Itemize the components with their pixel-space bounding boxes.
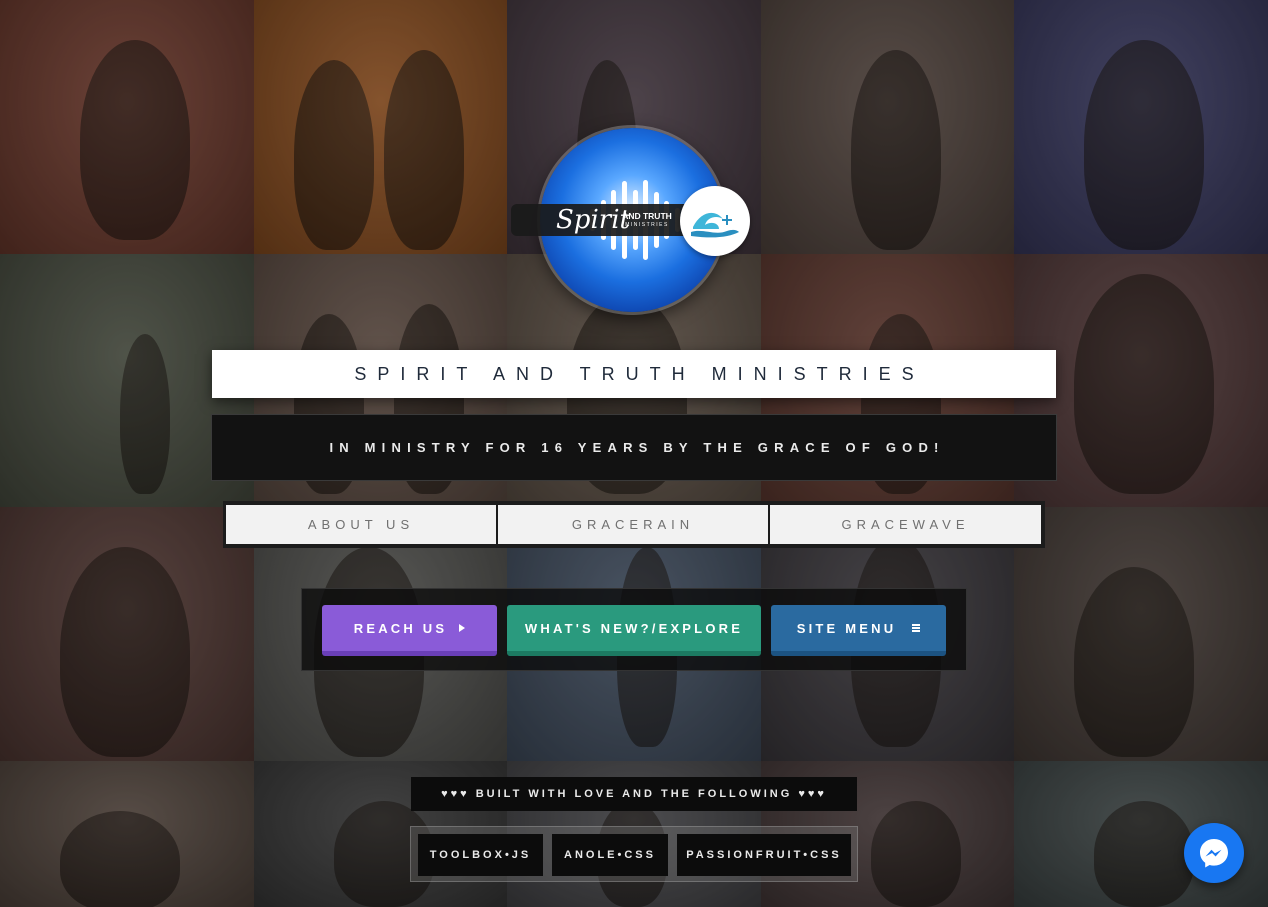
site-title-bar: SPIRIT AND TRUTH MINISTRIES: [212, 350, 1056, 398]
passionfruit-css-link[interactable]: PASSIONFRUIT•CSS: [677, 834, 851, 876]
whats-new-label: WHAT'S NEW?/EXPLORE: [524, 620, 744, 636]
reach-us-button[interactable]: REACH US: [322, 605, 497, 656]
logo-ministries: MINISTRIES: [625, 222, 669, 228]
whats-new-button[interactable]: WHAT'S NEW?/EXPLORE: [507, 605, 761, 656]
wave-icon: [691, 212, 739, 238]
logo-small-text: AND TRUTH MINISTRIES: [616, 212, 678, 230]
anole-css-link[interactable]: ANOLE•CSS: [552, 834, 668, 876]
triangle-right-icon: [459, 624, 466, 632]
section-tabs: ABOUT US GRACERAIN GRACEWAVE: [223, 501, 1045, 548]
logo-and-truth: AND TRUTH: [622, 211, 672, 221]
toolbox-js-link[interactable]: TOOLBOX•JS: [418, 834, 543, 876]
wave-badge-icon: [680, 186, 750, 256]
tagline-bar: IN MINISTRY FOR 16 YEARS BY THE GRACE OF…: [211, 414, 1057, 481]
tab-about-us[interactable]: ABOUT US: [226, 505, 496, 544]
reach-us-label: REACH US: [353, 620, 448, 636]
site-title: SPIRIT AND TRUTH MINISTRIES: [354, 363, 925, 384]
hamburger-menu-icon: [912, 624, 921, 632]
built-with-banner: ♥♥♥ BUILT WITH LOVE AND THE FOLLOWING ♥♥…: [411, 777, 857, 811]
tagline-text: IN MINISTRY FOR 16 YEARS BY THE GRACE OF…: [329, 440, 945, 455]
site-menu-button[interactable]: SITE MENU: [771, 605, 946, 656]
messenger-chat-button[interactable]: [1184, 823, 1244, 883]
tech-credits: TOOLBOX•JS ANOLE•CSS PASSIONFRUIT•CSS: [410, 826, 858, 882]
built-with-text: ♥♥♥ BUILT WITH LOVE AND THE FOLLOWING ♥♥…: [441, 788, 827, 800]
tab-gracerain[interactable]: GRACERAIN: [498, 505, 768, 544]
site-menu-label: SITE MENU: [796, 620, 897, 636]
tab-gracewave[interactable]: GRACEWAVE: [770, 505, 1041, 544]
action-panel: REACH US WHAT'S NEW?/EXPLORE SITE MENU: [301, 588, 967, 671]
facebook-messenger-icon: [1200, 839, 1228, 868]
